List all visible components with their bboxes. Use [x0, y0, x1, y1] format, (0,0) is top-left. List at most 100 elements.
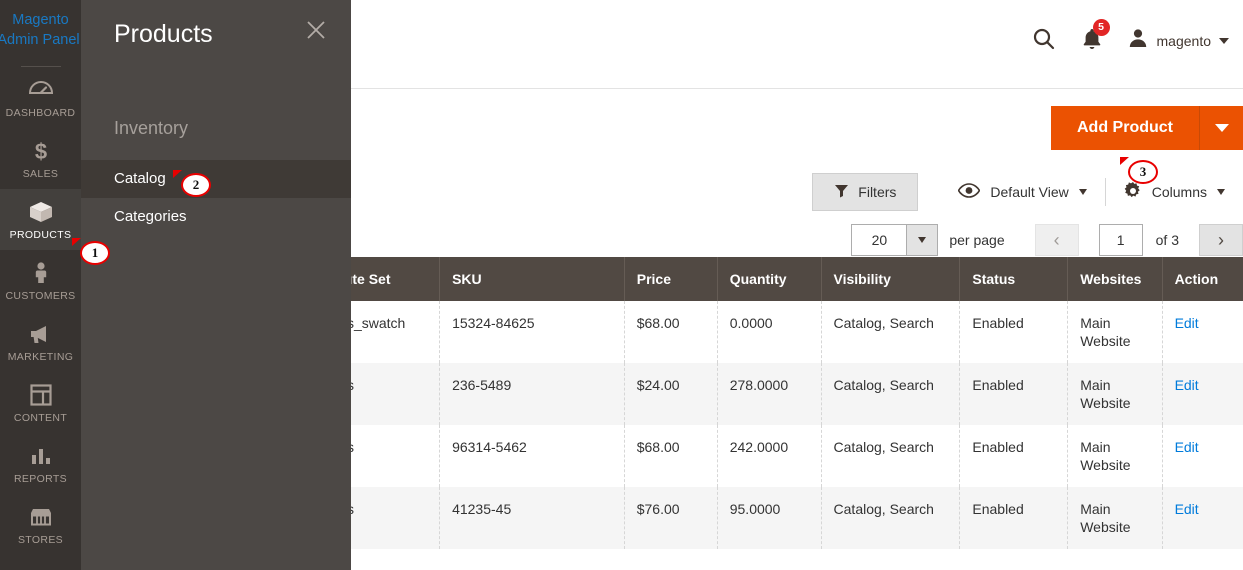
sidebar-item-customers[interactable]: CUSTOMERS	[0, 250, 81, 311]
filters-label: Filters	[858, 184, 897, 200]
cell-price: $68.00	[624, 301, 718, 363]
sidebar-item-content[interactable]: CONTENT	[0, 372, 81, 433]
filters-button[interactable]: Filters	[812, 173, 919, 211]
columns-selector[interactable]: Columns	[1106, 181, 1243, 203]
header-actions: 5 magento	[1031, 19, 1229, 55]
flyout-group-title: Inventory	[114, 118, 189, 138]
sidebar-label: REPORTS	[13, 473, 68, 485]
chevron-right-icon: ›	[1218, 230, 1224, 250]
annotation-tick-2	[173, 170, 182, 178]
flyout-item-categories[interactable]: Categories	[81, 198, 351, 236]
flyout-item-label[interactable]: Categories	[81, 198, 351, 236]
flyout-item-label[interactable]: Catalog	[81, 160, 351, 198]
sidebar-label: CONTENT	[13, 412, 68, 424]
chevron-down-icon	[1214, 124, 1229, 132]
edit-link[interactable]: Edit	[1175, 315, 1199, 331]
edit-link[interactable]: Edit	[1175, 377, 1199, 393]
cell-visibility: Catalog, Search	[821, 425, 961, 487]
cell-action: Edit	[1162, 301, 1243, 363]
per-page-value: 20	[871, 232, 888, 248]
cell-websites: Main Website	[1067, 363, 1163, 425]
columns-label: Columns	[1151, 184, 1207, 200]
sidebar-item-products[interactable]: PRODUCTS	[0, 189, 81, 250]
column-header-status[interactable]: Status	[959, 257, 1069, 301]
sidebar-item-sales[interactable]: $ SALES	[0, 128, 81, 189]
cell-websites: Main Website	[1067, 301, 1163, 363]
svg-text:$: $	[34, 139, 46, 163]
magento-logo[interactable]: Magento Admin Panel	[0, 0, 81, 50]
next-page-button[interactable]: ›	[1199, 224, 1243, 256]
chevron-down-icon	[1078, 189, 1087, 195]
funnel-icon	[834, 183, 849, 201]
sidebar-item-reports[interactable]: REPORTS	[0, 433, 81, 494]
sidebar-label: MARKETING	[7, 351, 74, 363]
column-header-sku[interactable]: SKU	[439, 257, 625, 301]
logo-line-2: Admin Panel	[0, 32, 80, 48]
per-page-label: per page	[949, 232, 1005, 248]
previous-page-button[interactable]: ‹	[1034, 224, 1079, 256]
cell-sku: 96314-5462	[439, 425, 625, 487]
sidebar-label: SALES	[22, 168, 59, 180]
add-product-split-button: Add Product	[1051, 106, 1243, 150]
annotation-tick-1	[72, 238, 81, 246]
sidebar-item-marketing[interactable]: MARKETING	[0, 311, 81, 372]
reports-icon	[0, 443, 81, 469]
flyout-title: Products	[114, 20, 213, 48]
stores-icon	[0, 504, 81, 530]
default-view-selector[interactable]: Default View	[940, 183, 1104, 201]
column-header-visibility[interactable]: Visibility	[821, 257, 961, 301]
flyout-item-catalog[interactable]: Catalog	[81, 160, 351, 198]
chevron-down-icon	[1219, 37, 1229, 44]
admin-sidebar: Magento Admin Panel DASHBOARD $ SALES PR…	[0, 0, 81, 570]
add-product-button[interactable]: Add Product	[1051, 106, 1199, 150]
page-number-input[interactable]	[1098, 224, 1143, 256]
sidebar-label: CUSTOMERS	[5, 290, 76, 302]
sidebar-label: PRODUCTS	[9, 229, 72, 241]
search-button[interactable]	[1031, 26, 1057, 55]
sidebar-item-stores[interactable]: STORES	[0, 494, 81, 555]
edit-link[interactable]: Edit	[1175, 439, 1199, 455]
add-product-dropdown-toggle[interactable]	[1199, 106, 1243, 150]
close-icon[interactable]	[303, 17, 329, 43]
cell-status: Enabled	[959, 425, 1069, 487]
annotation-badge-1: 1	[80, 241, 110, 265]
column-header-quantity[interactable]: Quantity	[717, 257, 822, 301]
default-view-label: Default View	[990, 184, 1069, 200]
sales-icon: $	[0, 138, 81, 164]
cell-quantity: 242.0000	[717, 425, 822, 487]
products-flyout-menu: Products Inventory Catalog Categories	[81, 0, 351, 570]
user-avatar-icon	[1127, 27, 1149, 54]
logo-line-1: Magento	[12, 12, 69, 28]
content-icon	[0, 382, 81, 408]
cell-action: Edit	[1162, 363, 1243, 425]
user-menu[interactable]: magento	[1127, 27, 1229, 54]
sidebar-item-dashboard[interactable]: DASHBOARD	[0, 67, 81, 128]
grid-toolbar-controls: Filters Default View Columns	[812, 173, 1243, 211]
cell-status: Enabled	[959, 487, 1069, 549]
edit-link[interactable]: Edit	[1175, 501, 1199, 517]
cell-quantity: 278.0000	[717, 363, 822, 425]
products-icon	[0, 199, 81, 225]
cell-action: Edit	[1162, 425, 1243, 487]
column-header-price[interactable]: Price	[624, 257, 718, 301]
flyout-menu-list: Catalog Categories	[81, 160, 351, 236]
cell-price: $76.00	[624, 487, 718, 549]
cell-status: Enabled	[959, 301, 1069, 363]
grid-pagination: 20 per page ‹ of 3 ›	[851, 224, 1243, 256]
cell-visibility: Catalog, Search	[821, 363, 961, 425]
cell-sku: 41235-45	[439, 487, 625, 549]
cell-visibility: Catalog, Search	[821, 487, 961, 549]
column-header-action[interactable]: Action	[1162, 257, 1243, 301]
sidebar-label: DASHBOARD	[5, 107, 76, 119]
user-name-label: magento	[1156, 32, 1211, 49]
per-page-selector[interactable]: 20	[851, 224, 939, 256]
annotation-badge-3: 3	[1128, 160, 1158, 184]
cell-sku: 236-5489	[439, 363, 625, 425]
per-page-dropdown-toggle[interactable]	[906, 225, 938, 255]
eye-icon	[958, 183, 981, 201]
dashboard-icon	[0, 77, 81, 103]
notifications-button[interactable]: 5	[1081, 19, 1110, 54]
cell-sku: 15324-84625	[439, 301, 625, 363]
cell-quantity: 95.0000	[717, 487, 822, 549]
column-header-websites[interactable]: Websites	[1067, 257, 1163, 301]
